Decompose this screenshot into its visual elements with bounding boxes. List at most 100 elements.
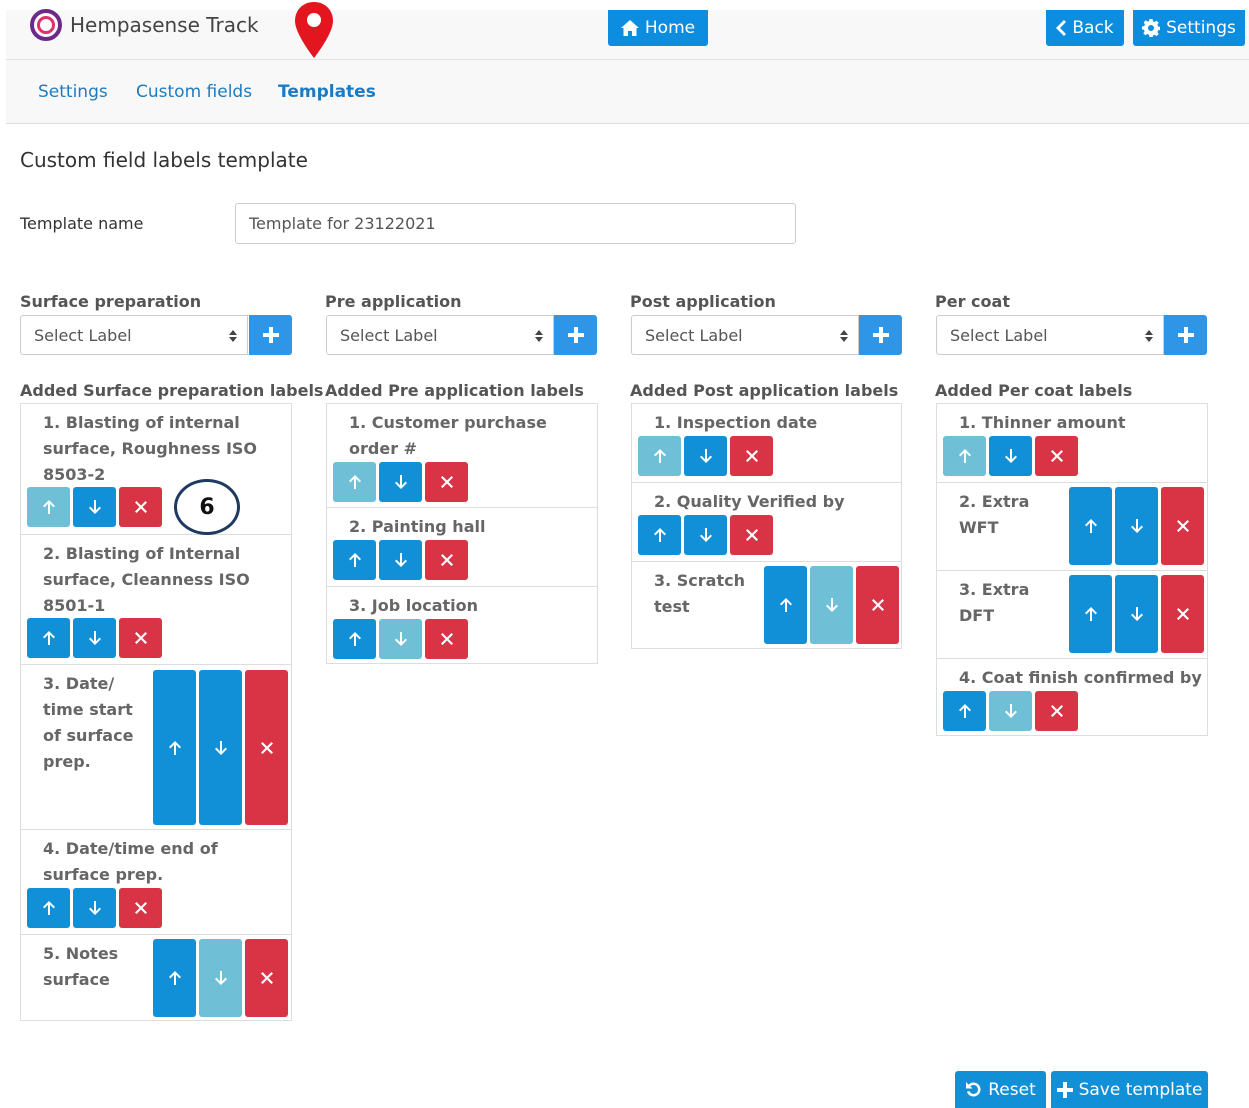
move-up-button[interactable] [764, 566, 807, 644]
reset-button[interactable]: Reset [955, 1071, 1046, 1108]
move-up-button[interactable] [333, 540, 376, 580]
move-up-button[interactable] [27, 487, 70, 527]
settings-button-label: Settings [1166, 18, 1236, 38]
move-down-button[interactable] [199, 670, 242, 825]
delete-button[interactable] [245, 939, 288, 1017]
list-item: 3. Job location [327, 587, 597, 665]
delete-button[interactable] [1161, 575, 1204, 653]
list-item: 1. Inspection date [632, 404, 901, 483]
move-up-button[interactable] [638, 436, 681, 476]
delete-button[interactable] [425, 462, 468, 502]
move-down-button[interactable] [810, 566, 853, 644]
arrow-up-icon [653, 528, 666, 542]
move-up-button[interactable] [638, 515, 681, 555]
sub-navbar: Settings Custom fields Templates [6, 60, 1249, 124]
arrow-up-icon [168, 971, 181, 985]
list-item: 1. Blasting of internal surface, Roughne… [21, 404, 291, 535]
close-icon [1176, 520, 1189, 532]
surface-preparation-select[interactable]: Select Label [20, 315, 248, 355]
move-down-button[interactable] [1115, 575, 1158, 653]
move-up-button[interactable] [27, 618, 70, 658]
move-up-button[interactable] [333, 619, 376, 659]
back-button[interactable]: Back [1046, 10, 1124, 46]
brand[interactable]: Hempasense Track [30, 9, 259, 41]
arrow-up-icon [958, 449, 971, 463]
delete-button[interactable] [119, 618, 162, 658]
move-down-button[interactable] [73, 888, 116, 928]
move-down-button[interactable] [1115, 487, 1158, 565]
move-down-button[interactable] [379, 540, 422, 580]
back-button-label: Back [1072, 18, 1114, 38]
move-down-button[interactable] [989, 436, 1032, 476]
list-item-label: 4. Date/time end of surface prep. [43, 839, 218, 884]
settings-button[interactable]: Settings [1133, 10, 1245, 46]
add-per-coat-label-button[interactable] [1164, 315, 1207, 355]
delete-button[interactable] [1035, 691, 1078, 731]
close-icon [1176, 608, 1189, 620]
move-down-button[interactable] [379, 462, 422, 502]
list-item-label: 4. Coat finish confirmed by [959, 668, 1202, 687]
list-item-label: 2. Quality Verified by [654, 492, 845, 511]
move-down-button[interactable] [73, 618, 116, 658]
move-down-button[interactable] [684, 515, 727, 555]
move-down-button[interactable] [684, 436, 727, 476]
list-item: 3. Extra DFT [937, 571, 1207, 659]
move-up-button[interactable] [153, 670, 196, 825]
move-down-button[interactable] [199, 939, 242, 1017]
post-application-select[interactable]: Select Label [631, 315, 859, 355]
list-item-label: 5. Notes surface [43, 944, 119, 989]
delete-button[interactable] [856, 566, 899, 644]
close-icon [260, 741, 273, 754]
list-item: 3. Scratch test [632, 562, 901, 650]
arrow-up-icon [779, 598, 792, 612]
arrow-up-icon [958, 704, 971, 718]
close-icon [134, 632, 147, 644]
delete-button[interactable] [1161, 487, 1204, 565]
delete-button[interactable] [245, 670, 288, 825]
home-button[interactable]: Home [608, 10, 708, 46]
delete-button[interactable] [730, 436, 773, 476]
list-item-label: 3. Job location [349, 596, 479, 615]
delete-button[interactable] [1035, 436, 1078, 476]
move-down-button[interactable] [73, 487, 116, 527]
move-up-button[interactable] [1069, 575, 1112, 653]
per-coat-select[interactable]: Select Label [936, 315, 1164, 355]
move-up-button[interactable] [943, 436, 986, 476]
move-up-button[interactable] [27, 888, 70, 928]
delete-button[interactable] [119, 888, 162, 928]
subnav-templates-link[interactable]: Templates [278, 82, 376, 102]
list-item: 3. Date/ time start of surface prep. [21, 665, 291, 830]
move-up-button[interactable] [1069, 487, 1112, 565]
list-item: 2. Blasting of Internal surface, Cleanne… [21, 535, 291, 665]
page-title: Custom field labels template [20, 148, 308, 172]
per-coat-labels-list: 1. Thinner amount 2. Extra WFT 3. Extra DF… [936, 403, 1208, 736]
add-surface-preparation-label-button[interactable] [249, 315, 292, 355]
delete-button[interactable] [425, 540, 468, 580]
list-item-label: 1. Inspection date [654, 413, 818, 432]
template-name-input[interactable] [235, 203, 796, 244]
select-value: Select Label [645, 325, 743, 345]
arrow-down-icon [394, 475, 407, 489]
add-pre-application-label-button[interactable] [554, 315, 597, 355]
pre-application-select[interactable]: Select Label [326, 315, 554, 355]
close-icon [1050, 450, 1063, 462]
delete-button[interactable] [119, 487, 162, 527]
move-up-button[interactable] [333, 462, 376, 502]
add-post-application-label-button[interactable] [859, 315, 902, 355]
added-pre-application-title: Added Pre application labels [325, 381, 584, 400]
plus-icon [1177, 327, 1194, 343]
arrow-down-icon [214, 971, 227, 985]
list-item: 2. Quality Verified by [632, 483, 901, 562]
subnav-custom-fields-link[interactable]: Custom fields [136, 82, 252, 102]
delete-button[interactable] [730, 515, 773, 555]
move-up-button[interactable] [153, 939, 196, 1017]
move-up-button[interactable] [943, 691, 986, 731]
callout-badge: 6 [174, 479, 240, 535]
list-item-label: 3. Scratch test [654, 571, 745, 616]
move-down-button[interactable] [379, 619, 422, 659]
subnav-settings-link[interactable]: Settings [38, 82, 108, 102]
save-template-button[interactable]: Save template [1051, 1071, 1208, 1108]
post-application-labels-list: 1. Inspection date 2. Quality Verified by… [631, 403, 902, 649]
delete-button[interactable] [425, 619, 468, 659]
move-down-button[interactable] [989, 691, 1032, 731]
